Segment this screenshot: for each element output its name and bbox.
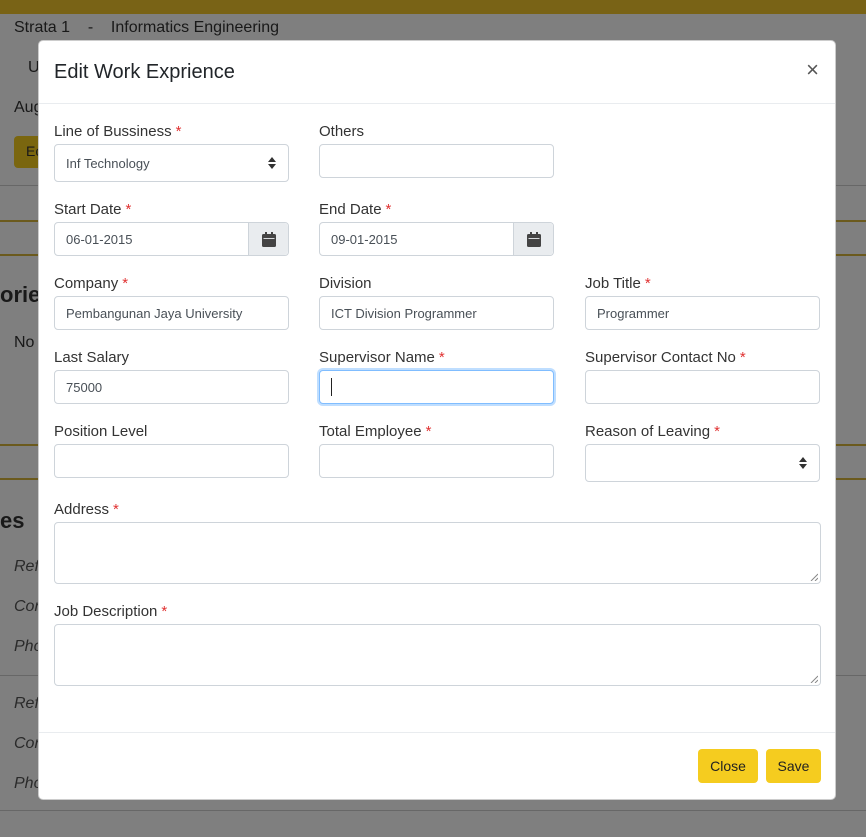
close-icon[interactable]: × (806, 59, 819, 81)
address-textarea[interactable] (54, 522, 821, 584)
label-last-salary: Last Salary (54, 349, 130, 366)
modal-footer: Close Save (39, 732, 835, 799)
edit-work-experience-modal: Edit Work Exprience × Line of Bussiness *… (38, 40, 836, 800)
line-of-business-select[interactable]: Inf Technology (54, 144, 289, 182)
label-reason-of-leaving: Reason of Leaving * (585, 423, 720, 440)
reason-of-leaving-select[interactable] (585, 444, 820, 482)
supervisor-contact-input[interactable] (585, 370, 820, 404)
label-position-level: Position Level (54, 423, 148, 440)
company-input[interactable]: Pembangunan Jaya University (54, 296, 289, 330)
job-title-input[interactable]: Programmer (585, 296, 820, 330)
modal-header: Edit Work Exprience × (39, 41, 835, 104)
select-arrows-icon (268, 157, 276, 169)
resize-handle-icon[interactable] (810, 573, 818, 581)
text-cursor (331, 378, 332, 396)
start-date-input[interactable]: 06-01-2015 (54, 222, 289, 256)
total-employee-input[interactable] (319, 444, 554, 478)
start-date-value: 06-01-2015 (66, 231, 133, 247)
label-total-employee: Total Employee * (319, 423, 432, 440)
calendar-icon (261, 231, 276, 247)
label-job-title: Job Title * (585, 275, 651, 292)
others-input[interactable] (319, 144, 554, 178)
label-address: Address * (54, 501, 119, 518)
label-job-description: Job Description * (54, 603, 168, 620)
division-input[interactable]: ICT Division Programmer (319, 296, 554, 330)
calendar-icon (526, 231, 541, 247)
resize-handle-icon[interactable] (810, 675, 818, 683)
label-supervisor-contact: Supervisor Contact No * (585, 349, 746, 366)
end-date-calendar-button[interactable] (513, 223, 553, 255)
label-division: Division (319, 275, 372, 292)
modal-title: Edit Work Exprience (54, 61, 235, 83)
line-of-business-value: Inf Technology (66, 155, 150, 171)
label-others: Others (319, 123, 365, 140)
label-company: Company * (54, 275, 129, 292)
end-date-input[interactable]: 09-01-2015 (319, 222, 554, 256)
label-start-date: Start Date * (54, 201, 132, 218)
label-supervisor-name: Supervisor Name * (319, 349, 445, 366)
end-date-value: 09-01-2015 (331, 231, 398, 247)
label-end-date: End Date * (319, 201, 392, 218)
select-arrows-icon (799, 457, 807, 469)
label-line-of-business: Line of Bussiness * (54, 123, 182, 140)
start-date-calendar-button[interactable] (248, 223, 288, 255)
supervisor-name-input[interactable] (319, 370, 554, 404)
save-button[interactable]: Save (766, 749, 821, 783)
close-button[interactable]: Close (698, 749, 758, 783)
position-level-input[interactable] (54, 444, 289, 478)
last-salary-input[interactable]: 75000 (54, 370, 289, 404)
job-description-textarea[interactable] (54, 624, 821, 686)
